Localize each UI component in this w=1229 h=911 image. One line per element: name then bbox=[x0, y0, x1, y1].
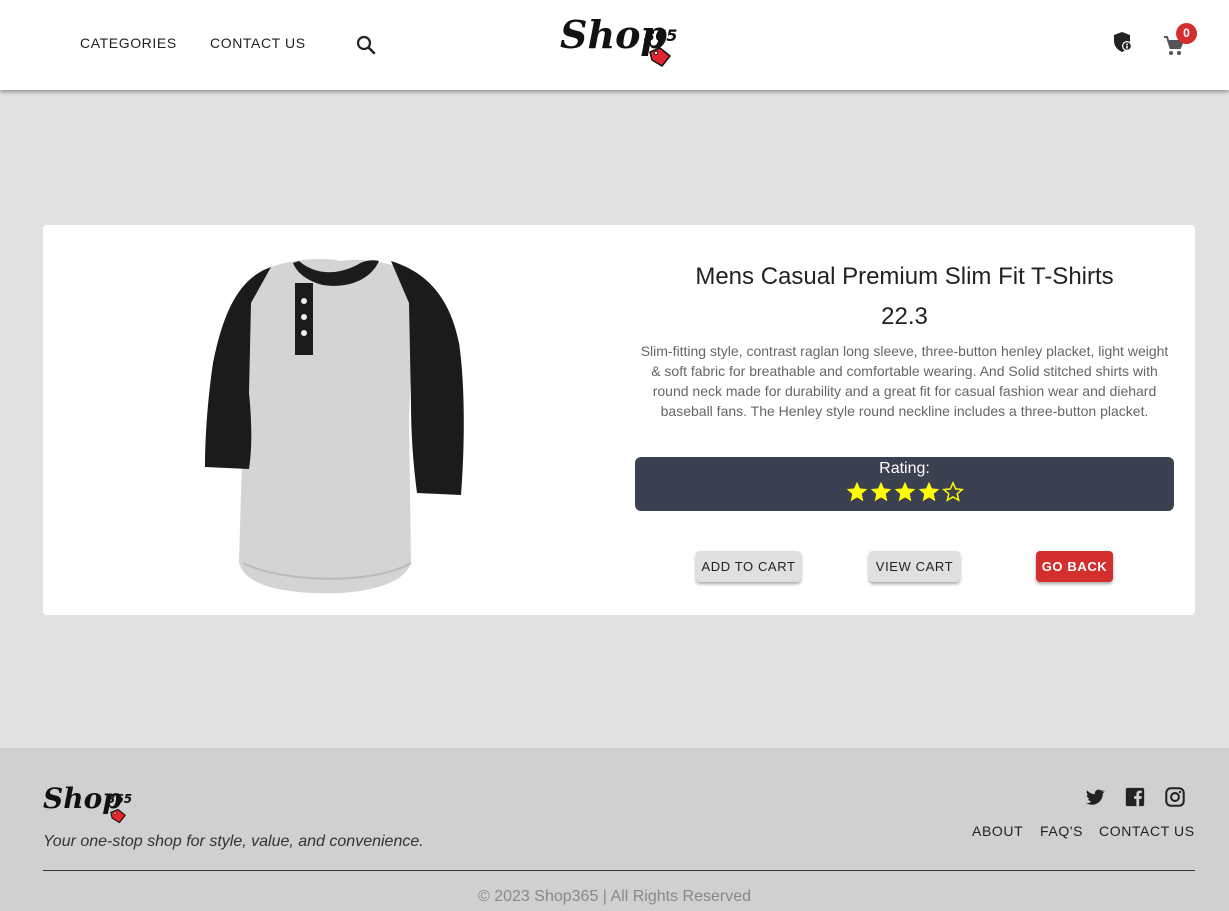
rating-label: Rating: bbox=[879, 460, 930, 477]
footer-tagline: Your one-stop shop for style, value, and… bbox=[43, 833, 424, 850]
star-filled-icon bbox=[870, 481, 891, 502]
price-tag-icon bbox=[649, 47, 671, 67]
instagram-icon[interactable] bbox=[1164, 786, 1186, 808]
logo-number: 365 bbox=[107, 792, 133, 806]
price-tag-icon bbox=[110, 808, 126, 824]
site-footer: Shop 365 Your one-stop shop for style, v… bbox=[0, 748, 1229, 911]
product-price: 22.3 bbox=[881, 303, 928, 330]
footer-link-contact-us[interactable]: CONTACT US bbox=[1099, 823, 1195, 839]
footer-brand-logo[interactable]: Shop 365 bbox=[43, 782, 135, 828]
product-image bbox=[205, 259, 464, 594]
search-icon[interactable] bbox=[354, 33, 378, 57]
cart-count-badge: 0 bbox=[1176, 23, 1197, 44]
shield-lock-icon[interactable] bbox=[1112, 30, 1134, 54]
nav-categories[interactable]: CATEGORIES bbox=[80, 35, 177, 51]
star-filled-icon bbox=[894, 481, 915, 502]
add-to-cart-button[interactable]: ADD TO CART bbox=[696, 551, 801, 582]
site-header: CATEGORIES CONTACT US Shop 365 0 bbox=[0, 0, 1229, 90]
star-filled-icon bbox=[846, 481, 867, 502]
product-description: Slim-fitting style, contrast raglan long… bbox=[640, 343, 1169, 419]
facebook-icon[interactable] bbox=[1124, 786, 1146, 808]
product-title: Mens Casual Premium Slim Fit T-Shirts bbox=[695, 263, 1114, 290]
product-details: Mens Casual Premium Slim Fit T-Shirts 22… bbox=[635, 225, 1174, 615]
logo-number: 365 bbox=[644, 26, 678, 45]
brand-logo[interactable]: Shop 365 bbox=[560, 12, 684, 72]
product-card: Mens Casual Premium Slim Fit T-Shirts 22… bbox=[43, 225, 1195, 615]
twitter-icon[interactable] bbox=[1084, 786, 1106, 808]
go-back-button[interactable]: GO BACK bbox=[1036, 551, 1113, 582]
rating-stars bbox=[635, 481, 1174, 503]
star-empty-icon bbox=[941, 481, 964, 502]
star-filled-icon bbox=[918, 481, 939, 502]
copyright-text: © 2023 Shop365 | All Rights Reserved bbox=[478, 888, 751, 905]
view-cart-button[interactable]: VIEW CART bbox=[869, 551, 960, 582]
footer-link-about[interactable]: ABOUT bbox=[972, 823, 1023, 839]
nav-contact-us[interactable]: CONTACT US bbox=[210, 35, 306, 51]
footer-link-faqs[interactable]: FAQ'S bbox=[1040, 823, 1083, 839]
footer-divider bbox=[43, 870, 1195, 871]
rating-panel: Rating: bbox=[635, 457, 1174, 511]
